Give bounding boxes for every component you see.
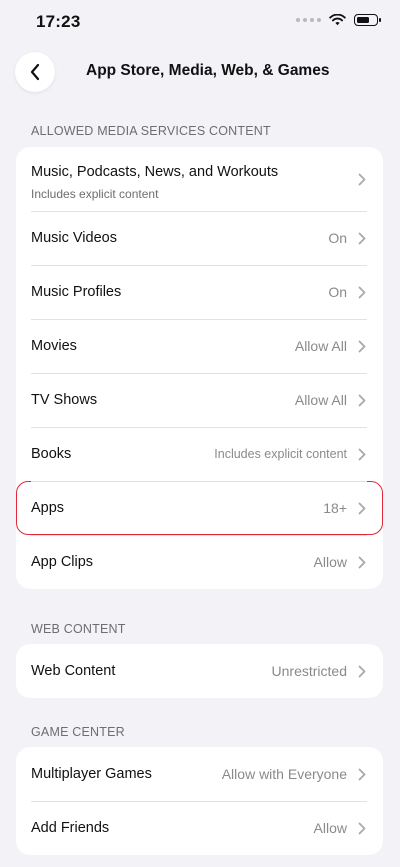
row-value: On (328, 230, 347, 246)
row-value: On (328, 284, 347, 300)
row-books[interactable]: Books Includes explicit content (16, 427, 383, 481)
section-header-media: ALLOWED MEDIA SERVICES CONTENT (31, 124, 271, 138)
row-add-friends[interactable]: Add Friends Allow (16, 801, 383, 855)
status-icons (296, 14, 381, 26)
row-value: Allow All (294, 392, 347, 408)
row-value: Unrestricted (271, 663, 347, 679)
row-label: Web Content (31, 663, 116, 679)
row-label: App Clips (31, 554, 94, 570)
chevron-right-icon (357, 172, 367, 186)
row-movies[interactable]: Movies Allow All (16, 319, 383, 373)
section-header-game-center: GAME CENTER (31, 725, 125, 739)
row-value: Allow (313, 820, 347, 836)
row-value: 18+ (323, 500, 347, 516)
cellular-signal-icon (296, 18, 321, 22)
row-label: Add Friends (31, 820, 110, 836)
row-music-profiles[interactable]: Music Profiles On (16, 265, 383, 319)
page-title: App Store, Media, Web, & Games (86, 62, 330, 79)
wifi-icon (329, 14, 346, 26)
status-bar: 17:23 (0, 0, 400, 44)
chevron-right-icon (357, 393, 367, 407)
row-label: Music Videos (31, 230, 117, 246)
chevron-right-icon (357, 285, 367, 299)
chevron-right-icon (357, 501, 367, 515)
row-label: Multiplayer Games (31, 766, 152, 782)
row-label: Music, Podcasts, News, and Workouts (31, 164, 279, 180)
chevron-right-icon (357, 767, 367, 781)
row-label: Movies (31, 338, 77, 354)
row-value: Allow (313, 554, 347, 570)
section-header-web: WEB CONTENT (31, 622, 126, 636)
row-value: Includes explicit content (214, 447, 347, 461)
row-music-videos[interactable]: Music Videos On (16, 211, 383, 265)
row-tv-shows[interactable]: TV Shows Allow All (16, 373, 383, 427)
row-music-podcasts-news-workouts[interactable]: Music, Podcasts, News, and Workouts Incl… (16, 147, 383, 211)
chevron-right-icon (357, 555, 367, 569)
chevron-right-icon (357, 339, 367, 353)
web-settings-card: Web Content Unrestricted (16, 644, 383, 698)
status-time: 17:23 (36, 12, 81, 31)
row-app-clips[interactable]: App Clips Allow (16, 535, 383, 589)
row-label: Music Profiles (31, 284, 122, 300)
row-web-content[interactable]: Web Content Unrestricted (16, 644, 383, 698)
chevron-right-icon (357, 447, 367, 461)
row-multiplayer-games[interactable]: Multiplayer Games Allow with Everyone (16, 747, 383, 801)
row-value: Allow with Everyone (221, 766, 347, 782)
row-apps[interactable]: Apps 18+ (16, 481, 383, 535)
chevron-right-icon (357, 821, 367, 835)
chevron-left-icon (30, 63, 40, 81)
back-button[interactable] (15, 52, 55, 92)
media-settings-card: Music, Podcasts, News, and Workouts Incl… (16, 147, 383, 589)
chevron-right-icon (357, 231, 367, 245)
row-label: Books (31, 446, 72, 462)
nav-header: App Store, Media, Web, & Games (0, 44, 400, 100)
row-label: TV Shows (31, 392, 98, 408)
row-sublabel: Includes explicit content (31, 187, 159, 201)
chevron-right-icon (357, 664, 367, 678)
row-label: Apps (31, 500, 65, 516)
game-center-settings-card: Multiplayer Games Allow with Everyone Ad… (16, 747, 383, 855)
row-value: Allow All (294, 338, 347, 354)
battery-icon (354, 14, 381, 26)
